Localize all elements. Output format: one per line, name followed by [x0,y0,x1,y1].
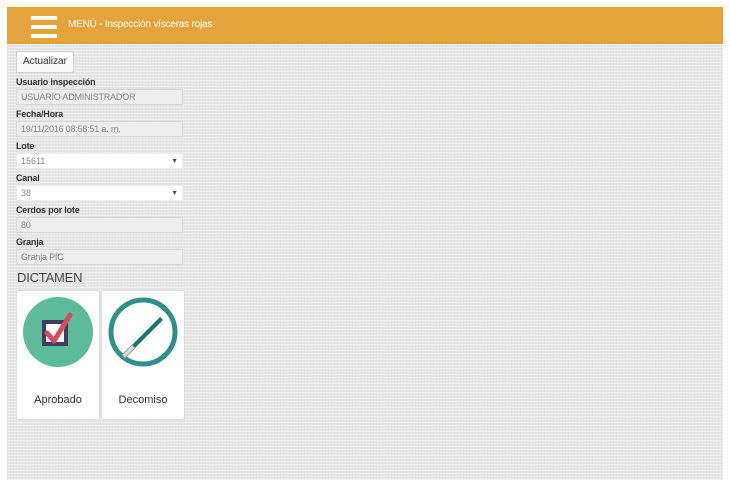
decomiso-label: Decomiso [118,394,168,406]
dropdown-caret-icon: ▼ [171,158,178,165]
dropdown-caret-icon: ▼ [171,190,178,197]
dictamen-title: DICTAMEN [17,270,83,285]
menu-title[interactable]: MENÚ - Inspección vísceras rojas [68,19,212,30]
refresh-button[interactable]: Actualizar [16,51,74,73]
granja-label: Granja [16,237,44,247]
usuario-label: Usuario inspección [16,77,96,87]
usuario-field [16,89,183,105]
canal-select-value: 38 [21,188,32,198]
app-window: MENÚ - Inspección vísceras rojas Actuali… [7,7,723,480]
cerdos-field [16,217,183,233]
aprobado-card[interactable]: Aprobado [16,290,100,420]
cerdos-label: Cerdos por lote [16,205,80,215]
top-bar: MENÚ - Inspección vísceras rojas [7,7,723,44]
decomiso-card[interactable]: Decomiso [101,290,185,420]
checkbox-check-icon [23,297,93,367]
lote-label: Lote [16,141,35,151]
hamburger-menu-icon[interactable] [31,16,57,38]
inspection-form: Actualizar Usuario inspección Fecha/Hora… [16,51,186,420]
dictamen-options: Aprobado Decomiso [16,290,186,420]
scalpel-icon [108,297,178,367]
lote-select[interactable]: 15611 ▼ [16,153,183,169]
lote-select-value: 15611 [21,156,46,166]
canal-select[interactable]: 38 ▼ [16,185,183,201]
aprobado-label: Aprobado [34,394,82,406]
canal-label: Canal [16,173,40,183]
granja-field [16,249,183,265]
fecha-label: Fecha/Hora [16,109,64,119]
fecha-field [16,121,183,137]
